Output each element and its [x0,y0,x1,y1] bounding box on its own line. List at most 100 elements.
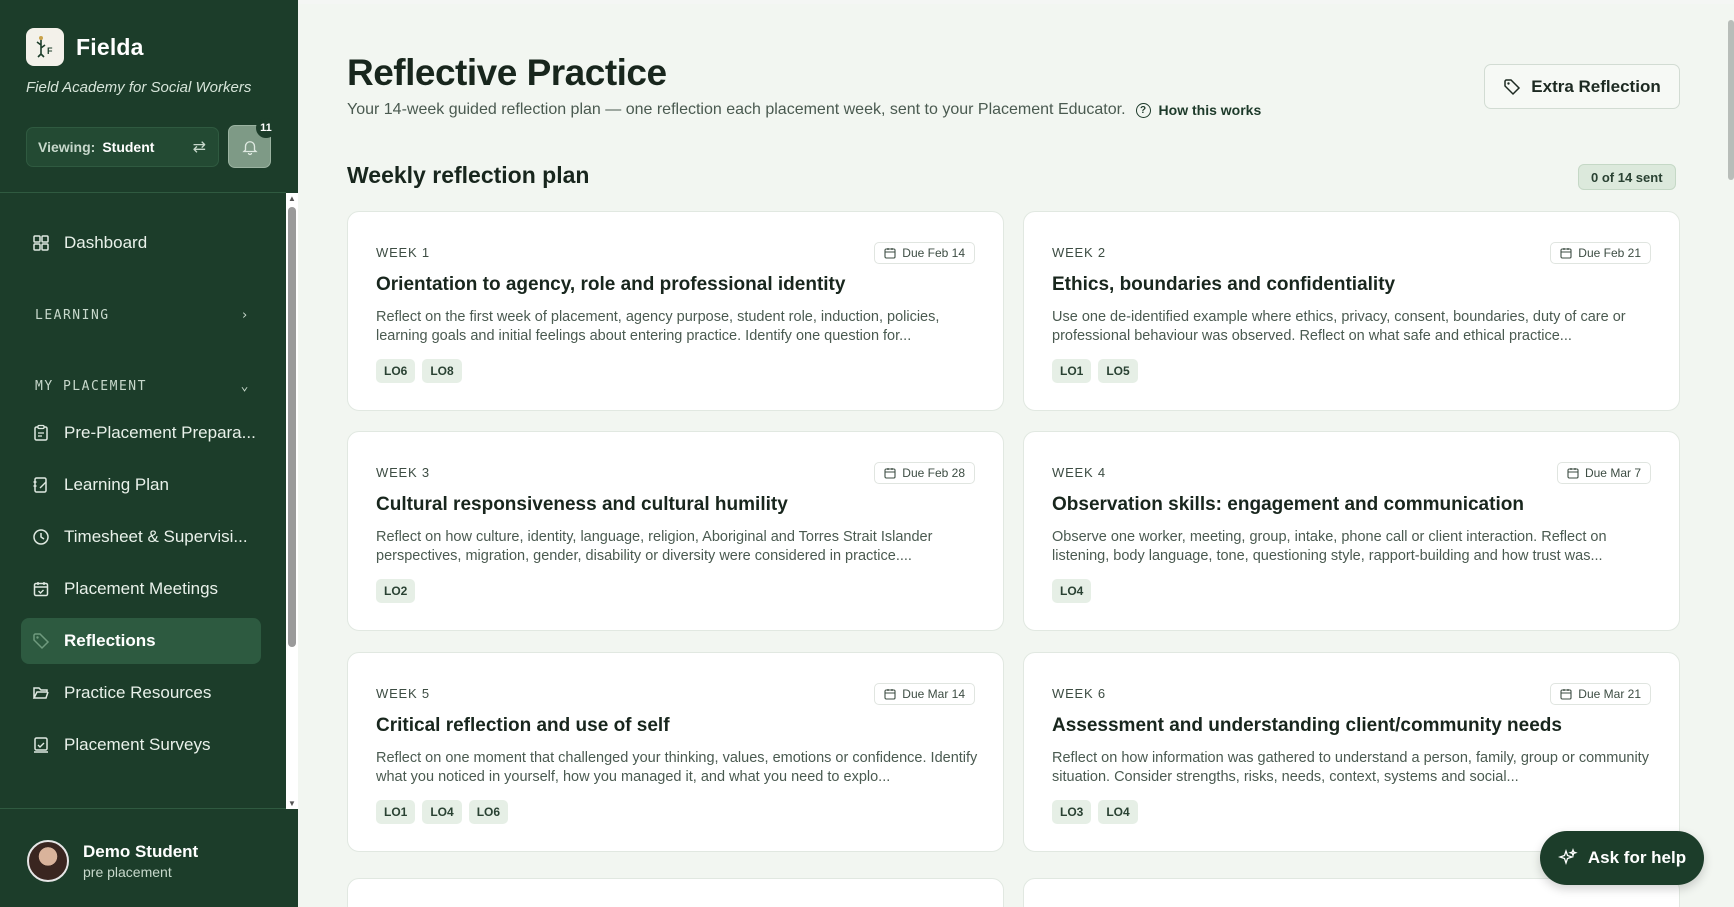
sidebar-item-label: Practice Resources [64,683,212,702]
due-date-text: Due Mar 7 [1584,466,1641,480]
week-description: Reflect on how information was gathered … [1052,750,1649,785]
chevron-down-icon: ⌄ [240,379,250,394]
sidebar-footer-divider [0,808,298,809]
sidebar-item-placement-surveys[interactable]: Placement Surveys [21,722,261,768]
due-date-badge: Due Mar 7 [1556,462,1651,484]
brand[interactable]: F Fielda [26,28,144,66]
due-date-text: Due Feb 14 [902,246,965,260]
week-description: Use one de-identified example where ethi… [1052,309,1626,344]
week-card[interactable]: WEEK 2 Due Feb 21 Ethics, boundaries and c… [1023,211,1680,411]
week-label: WEEK 4 [1052,465,1106,480]
sidebar-item-reflections[interactable]: Reflections [21,618,261,664]
due-date-badge: Due Feb 14 [874,242,975,264]
sent-status-badge: 0 of 14 sent [1578,164,1676,190]
week-label: WEEK 1 [376,245,430,260]
sidebar-scrollbar[interactable]: ▲ ▼ [286,193,298,809]
week-card[interactable]: WEEK 3 Due Feb 28 Cultural responsiveness … [347,431,1004,631]
notebook-pen-icon [31,475,51,495]
week-card[interactable]: WEEK 6 Due Mar 21 Assessment and understan… [1023,652,1680,852]
help-circle-icon: ? [1135,102,1151,118]
learning-outcome-tag: LO8 [422,359,462,383]
learning-outcome-tag: LO5 [1098,359,1138,383]
week-label: WEEK 6 [1052,686,1106,701]
chevron-right-icon: › [240,308,250,323]
scrollbar-thumb[interactable] [288,207,296,647]
week-card[interactable]: WEEK 5 Due Mar 14 Critical reflection and … [347,652,1004,852]
week-title: Assessment and understanding client/comm… [1052,715,1562,736]
extra-reflection-button[interactable]: Extra Reflection [1484,64,1680,109]
role-switcher[interactable]: Viewing: Student ⇄ [26,127,219,167]
sidebar-item-label: Timesheet & Supervisi... [64,527,248,546]
week-description: Observe one worker, meeting, group, inta… [1052,529,1607,564]
extra-reflection-label: Extra Reflection [1531,76,1661,96]
section-label: LEARNING [35,308,110,323]
calendar-icon [1560,247,1572,259]
bell-icon [241,140,258,155]
learning-outcome-tag: LO6 [376,359,416,383]
learning-outcome-tag: LO1 [1052,359,1092,383]
week-title: Observation skills: engagement and commu… [1052,494,1524,515]
sidebar-item-label: Learning Plan [64,475,169,494]
week-label: WEEK 2 [1052,245,1106,260]
sidebar-item-label: Pre-Placement Prepara... [64,423,256,442]
due-date-text: Due Mar 14 [902,687,965,701]
week-description: Reflect on how culture, identity, langua… [376,529,933,564]
sidebar-item-label: Dashboard [64,233,148,252]
app-tagline: Field Academy for Social Workers [26,79,252,96]
scroll-down-icon: ▼ [288,799,296,808]
due-date-badge: Due Feb 21 [1550,242,1651,264]
sidebar-section-my-placement[interactable]: MY PLACEMENT ⌄ [35,379,250,394]
learning-outcome-tag: LO4 [1098,800,1138,824]
subtitle-text: Your 14-week guided reflection plan — on… [347,101,1126,118]
calendar-check-icon [31,579,51,599]
clock-icon [31,527,51,547]
tag-list: LO3 LO4 [1052,800,1138,824]
sidebar-item-label: Reflections [64,631,156,650]
due-date-badge: Due Mar 14 [874,683,975,705]
avatar[interactable] [27,840,69,882]
tag-list: LO1 LO4 LO6 [376,800,509,824]
main-scrollbar[interactable] [1728,20,1734,180]
due-date-badge: Due Mar 21 [1550,683,1651,705]
clipboard-icon [31,423,51,443]
due-date-text: Due Feb 21 [1578,246,1641,260]
week-card[interactable]: WEEK 4 Due Mar 7 Observation skills: engag… [1023,431,1680,631]
sidebar-item-label: Placement Meetings [64,579,219,598]
sidebar-item-placement-meetings[interactable]: Placement Meetings [21,566,261,612]
ask-for-help-button[interactable]: Ask for help [1540,831,1704,885]
viewing-label: Viewing: [38,139,96,155]
sidebar-item-dashboard[interactable]: Dashboard [21,220,261,266]
sidebar-item-practice-resources[interactable]: Practice Resources [21,670,261,716]
week-description: Reflect on one moment that challenged yo… [376,750,978,785]
week-title: Cultural responsiveness and cultural hum… [376,494,788,515]
due-date-text: Due Mar 21 [1578,687,1641,701]
sidebar-item-learning-plan[interactable]: Learning Plan [21,462,261,508]
how-link-label: How this works [1158,102,1262,118]
week-description: Reflect on the first week of placement, … [376,309,940,344]
sidebar-item-label: Placement Surveys [64,735,211,754]
user-status: pre placement [83,864,172,880]
calendar-icon [1560,688,1572,700]
learning-outcome-tag: LO3 [1052,800,1092,824]
learning-outcome-tag: LO4 [1052,579,1092,603]
week-title: Orientation to agency, role and professi… [376,274,846,295]
tag-icon [31,631,51,651]
sidebar: F Fielda Field Academy for Social Worker… [0,0,298,907]
sidebar-item-pre-placement[interactable]: Pre-Placement Prepara... [21,410,261,456]
tag-list: LO6 LO8 [376,359,462,383]
scroll-up-icon: ▲ [288,194,296,203]
due-date-text: Due Feb 28 [902,466,965,480]
learning-outcome-tag: LO1 [376,800,416,824]
app-name: Fielda [76,33,144,60]
tag-list: LO1 LO5 [1052,359,1138,383]
week-card[interactable]: WEEK 1 Due Feb 14 Orientation to agency, r… [347,211,1004,411]
week-card-partial[interactable] [347,878,1004,907]
tag-list: LO2 [376,579,416,603]
sidebar-item-timesheet[interactable]: Timesheet & Supervisi... [21,514,261,560]
notification-count-badge: 11 [256,118,276,138]
ask-for-help-label: Ask for help [1587,848,1687,867]
section-label: MY PLACEMENT [35,379,147,394]
sidebar-section-learning[interactable]: LEARNING › [35,308,250,323]
how-this-works-link[interactable]: ? How this works [1135,102,1262,118]
folder-open-icon [31,683,51,703]
